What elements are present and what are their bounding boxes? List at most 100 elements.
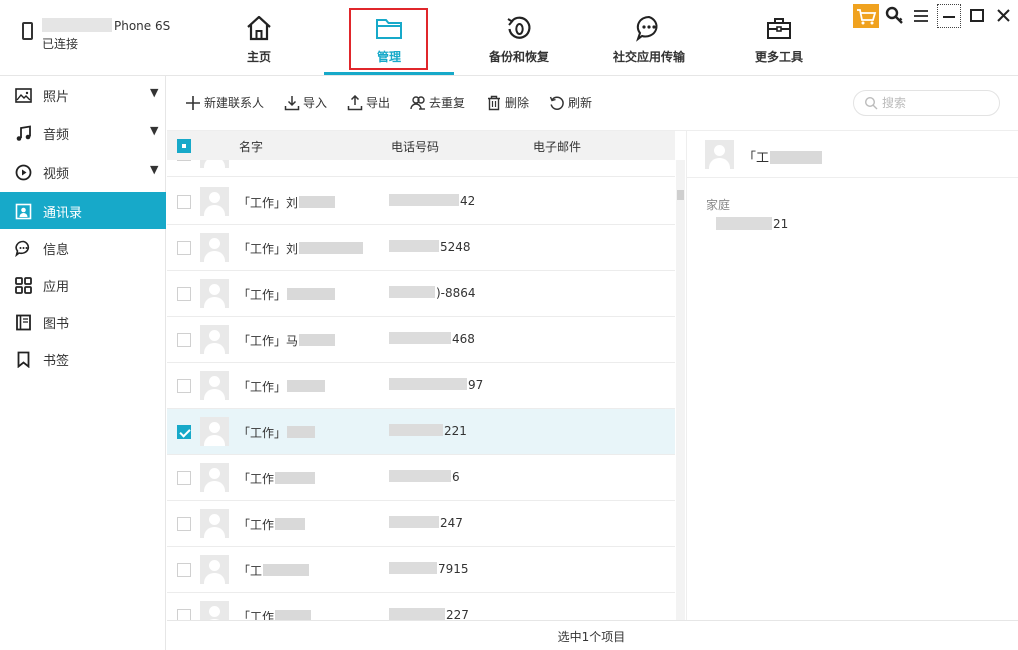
search-icon	[864, 96, 878, 110]
table-row[interactable]: 「工作 247	[167, 501, 675, 547]
contact-phone: 7915	[389, 562, 469, 576]
search-input[interactable]	[882, 95, 992, 111]
phone-redacted	[389, 516, 439, 528]
message-icon	[15, 240, 30, 257]
detail-name-redacted	[770, 151, 823, 164]
search-box[interactable]	[853, 90, 1000, 116]
contact-phone: 468	[389, 332, 475, 346]
table-row[interactable]: 「工作」刘 5248	[167, 225, 675, 271]
sidebar-item-contacts[interactable]: 通讯录	[0, 192, 166, 229]
select-all-checkbox[interactable]	[177, 139, 191, 153]
sidebar-item-label: 信息	[43, 243, 70, 258]
table-row[interactable]: 「工作 227	[167, 593, 675, 620]
device-model: Phone 6S	[114, 19, 171, 33]
sidebar-item-messages[interactable]: 信息	[0, 229, 166, 266]
contact-name-text: 「工作	[238, 518, 275, 532]
new-contact-button[interactable]: 新建联系人	[185, 94, 264, 112]
contact-name: 「工作」刘	[238, 240, 364, 257]
list-scrollbar[interactable]	[676, 160, 685, 620]
table-row[interactable]: 「工作 6	[167, 455, 675, 501]
sidebar-item-video[interactable]: 视频 ▼	[0, 153, 166, 190]
row-checkbox[interactable]	[177, 241, 191, 255]
export-icon	[347, 94, 363, 110]
import-button[interactable]: 导入	[284, 94, 327, 112]
refresh-button[interactable]: 刷新	[549, 94, 592, 112]
contact-name-text: 「工	[238, 564, 263, 578]
column-header-name[interactable]: 名字	[239, 138, 263, 155]
sidebar-item-books[interactable]: 图书	[0, 303, 166, 340]
minimize-button[interactable]	[937, 4, 961, 28]
chevron-down-icon[interactable]: ▼	[150, 86, 158, 99]
photo-icon	[15, 88, 32, 103]
column-header-phone[interactable]: 电话号码	[391, 138, 439, 155]
chevron-down-icon[interactable]: ▼	[150, 124, 158, 137]
plus-icon	[186, 95, 200, 110]
contact-phone: 227	[389, 608, 469, 620]
table-row[interactable]: 「工作」 97	[167, 363, 675, 409]
contact-detail-panel: 「工 家庭 21	[686, 131, 1018, 620]
avatar	[200, 463, 229, 492]
dedupe-icon	[410, 95, 425, 110]
contact-phone: 6	[389, 470, 460, 484]
tab-more-tools[interactable]: 更多工具	[714, 8, 844, 74]
dedupe-button[interactable]: 去重复	[410, 94, 465, 112]
row-checkbox[interactable]	[177, 379, 191, 393]
export-button[interactable]: 导出	[347, 94, 390, 112]
phone-redacted	[389, 332, 451, 344]
table-row[interactable]: 「工作」 )-8864	[167, 271, 675, 317]
row-checkbox-checked[interactable]	[177, 425, 191, 439]
maximize-icon	[970, 9, 984, 22]
music-icon	[16, 125, 31, 141]
tab-home[interactable]: 主页	[194, 8, 324, 74]
delete-button[interactable]: 删除	[486, 94, 529, 112]
contact-phone: 97	[389, 378, 483, 392]
contact-phone: 221	[389, 424, 467, 438]
toolbox-icon	[765, 14, 793, 42]
backup-restore-icon	[505, 14, 533, 42]
column-header-email[interactable]: 电子邮件	[533, 138, 581, 155]
contacts-list: 名字 电话号码 电子邮件 「工作」刘 42 「工作」刘 5248 「工作」 )-…	[167, 131, 685, 620]
sidebar-item-photos[interactable]: 照片 ▼	[0, 76, 166, 113]
key-button[interactable]	[883, 4, 907, 28]
contact-phone-text: 42	[460, 194, 476, 208]
row-checkbox[interactable]	[177, 517, 191, 531]
scrollbar-thumb[interactable]	[677, 190, 684, 200]
table-row[interactable]: 「工作」刘 42	[167, 179, 675, 225]
cart-button[interactable]	[853, 4, 879, 28]
row-checkbox[interactable]	[177, 333, 191, 347]
contact-name-text: 「工作」	[238, 288, 287, 302]
sidebar-item-audio[interactable]: 音频 ▼	[0, 114, 166, 151]
row-checkbox[interactable]	[177, 471, 191, 485]
key-icon	[885, 6, 903, 24]
sidebar-item-bookmarks[interactable]: 书签	[0, 340, 166, 377]
detail-phone-redacted	[716, 217, 772, 230]
table-row[interactable]: 「工 7915	[167, 547, 675, 593]
sidebar-item-label: 图书	[43, 317, 70, 332]
table-row[interactable]	[167, 160, 675, 177]
row-checkbox[interactable]	[177, 160, 191, 161]
toolbar: 新建联系人 导入 导出 去重复 删除 刷新	[167, 76, 1018, 131]
row-checkbox[interactable]	[177, 195, 191, 209]
phone-redacted	[389, 378, 467, 390]
tab-backup-restore[interactable]: 备份和恢复	[454, 8, 584, 74]
row-checkbox[interactable]	[177, 609, 191, 620]
table-row-selected[interactable]: 「工作」 221	[167, 409, 675, 455]
top-bar: Phone 6S 已连接 主页 管理 备份和恢复 社交应用传输 更多工具	[0, 0, 1018, 76]
sidebar-item-label: 书签	[43, 354, 70, 369]
tab-social-transfer[interactable]: 社交应用传输	[584, 8, 714, 74]
chevron-down-icon[interactable]: ▼	[150, 163, 158, 176]
menu-button[interactable]	[909, 4, 933, 28]
phone-redacted	[389, 194, 459, 206]
phone-redacted	[389, 470, 451, 482]
table-row[interactable]: 「工作」马 468	[167, 317, 675, 363]
name-redacted	[299, 196, 336, 208]
row-checkbox[interactable]	[177, 563, 191, 577]
video-icon	[15, 164, 32, 181]
close-icon	[997, 9, 1010, 22]
trash-icon	[488, 95, 500, 110]
row-checkbox[interactable]	[177, 287, 191, 301]
sidebar-item-apps[interactable]: 应用	[0, 266, 166, 303]
contact-name-text: 「工作」	[238, 426, 287, 440]
maximize-button[interactable]	[965, 4, 989, 28]
close-button[interactable]	[992, 4, 1016, 28]
